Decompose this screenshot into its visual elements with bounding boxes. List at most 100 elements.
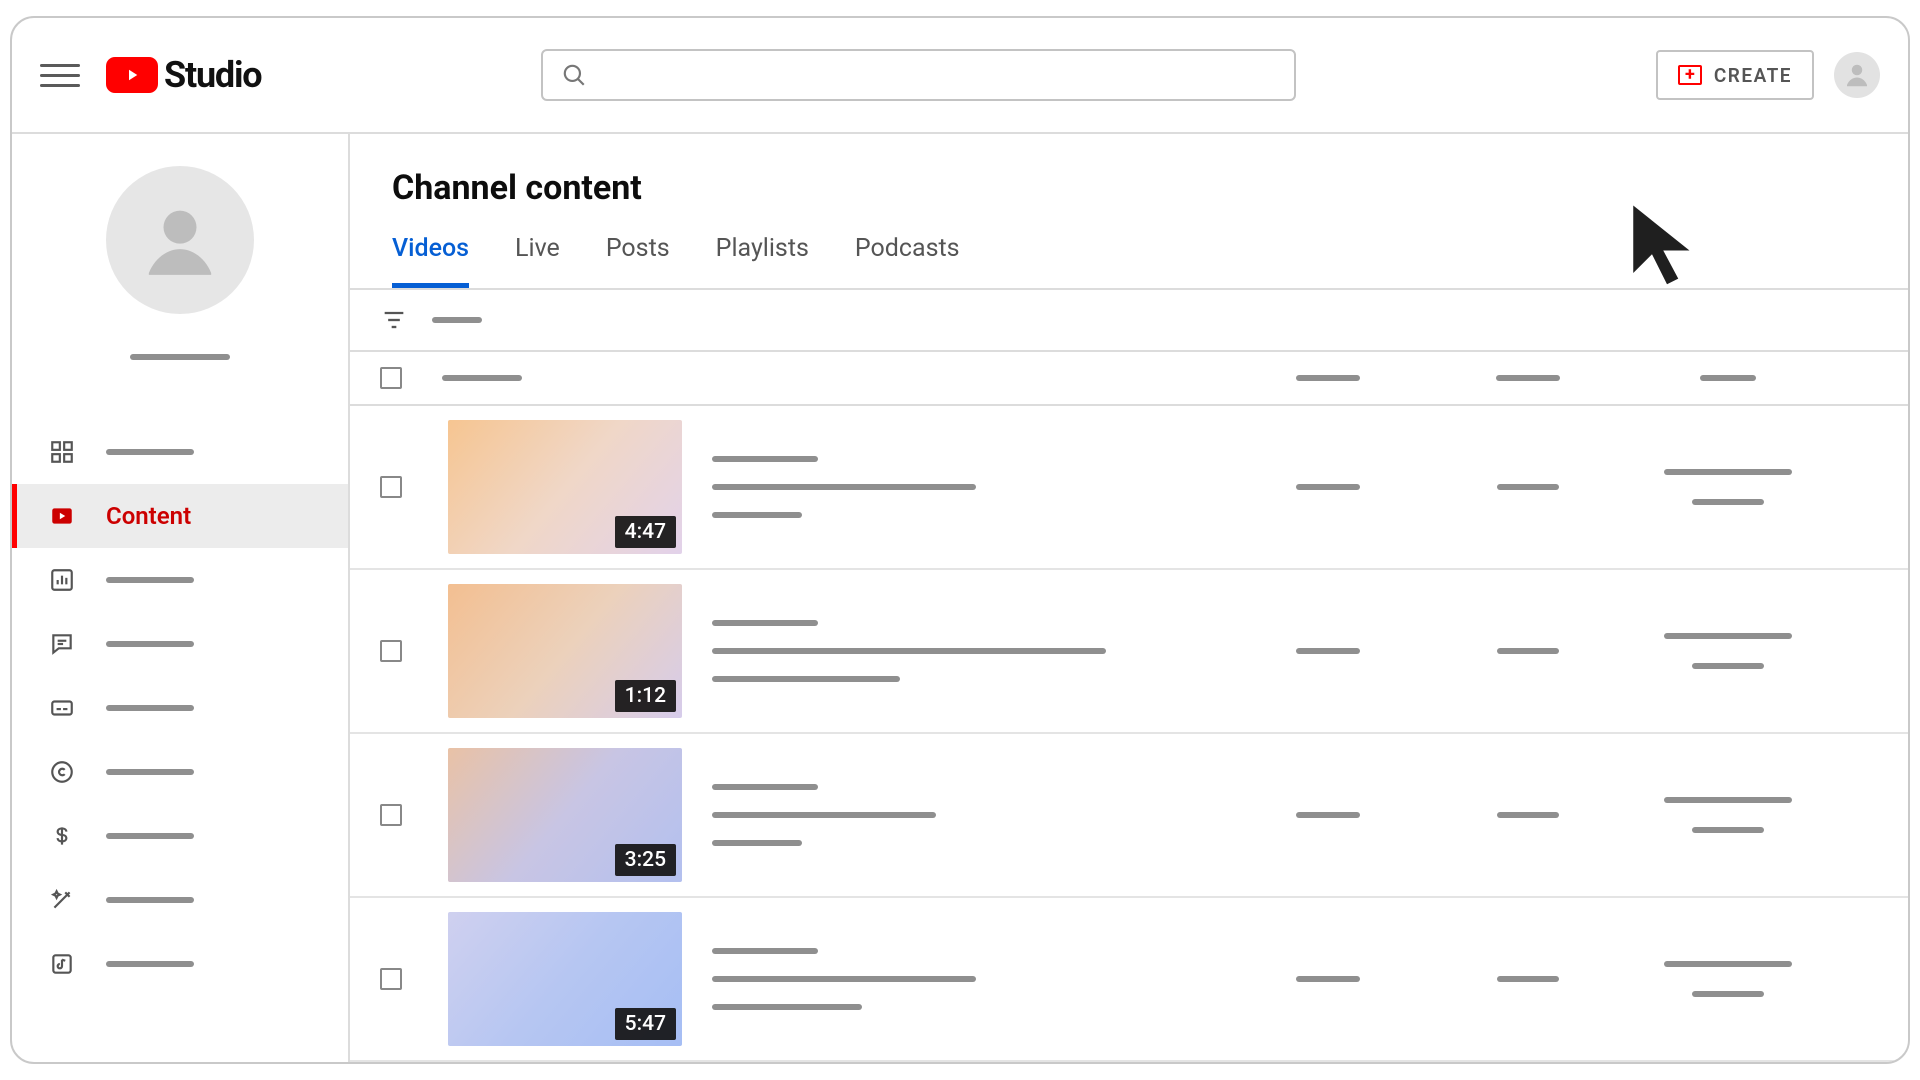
video-meta-placeholder: [712, 840, 802, 846]
video-list: 4:47 1:12 3:25 5:47: [350, 406, 1908, 1062]
video-desc-placeholder: [712, 484, 976, 490]
video-thumbnail[interactable]: 3:25: [448, 748, 682, 882]
create-label: CREATE: [1714, 64, 1792, 87]
analytics-icon: [48, 566, 76, 594]
sidebar-item-label: [106, 897, 194, 903]
video-thumbnail[interactable]: 4:47: [448, 420, 682, 554]
video-meta-placeholder: [712, 676, 900, 682]
filter-bar[interactable]: [350, 290, 1908, 352]
account-avatar[interactable]: [1834, 52, 1880, 98]
video-info: [712, 784, 936, 846]
filter-placeholder: [432, 317, 482, 323]
tab-podcasts[interactable]: Podcasts: [855, 234, 960, 288]
sidebar-item-copyright[interactable]: [12, 740, 348, 804]
column-video-label: [442, 375, 522, 381]
video-info: [712, 948, 976, 1010]
channel-name-placeholder: [130, 354, 230, 360]
sidebar-item-label: [106, 577, 194, 583]
header: Studio + CREATE: [12, 18, 1908, 134]
channel-avatar[interactable]: [106, 166, 254, 314]
sidebar-item-label: [106, 449, 194, 455]
col-c-value-1: [1664, 961, 1792, 967]
tab-playlists[interactable]: Playlists: [716, 234, 809, 288]
sidebar: Content: [12, 134, 350, 1062]
row-checkbox[interactable]: [380, 640, 402, 662]
video-duration: 5:47: [615, 1008, 676, 1040]
sidebar-item-label: [106, 705, 194, 711]
comments-icon: [48, 630, 76, 658]
video-duration: 4:47: [615, 516, 676, 548]
create-plus-icon: +: [1678, 65, 1702, 85]
tab-videos[interactable]: Videos: [392, 234, 469, 288]
page-title: Channel content: [350, 134, 1908, 208]
filter-icon: [380, 306, 408, 334]
sidebar-nav: Content: [12, 420, 348, 996]
table-header: [350, 352, 1908, 406]
tab-posts[interactable]: Posts: [606, 234, 670, 288]
sidebar-item-label: [106, 961, 194, 967]
sidebar-item-label: [106, 833, 194, 839]
sidebar-item-content[interactable]: Content: [12, 484, 348, 548]
sidebar-item-analytics[interactable]: [12, 548, 348, 612]
col-c-value-2: [1692, 827, 1764, 833]
col-b-value: [1497, 812, 1559, 818]
video-title-placeholder: [712, 784, 818, 790]
col-b-value: [1497, 648, 1559, 654]
video-desc-placeholder: [712, 648, 1106, 654]
col-c-value-2: [1692, 991, 1764, 997]
row-checkbox[interactable]: [380, 476, 402, 498]
content-tabs: Videos Live Posts Playlists Podcasts: [350, 208, 1908, 290]
col-c-value-1: [1664, 633, 1792, 639]
video-meta-placeholder: [712, 1004, 862, 1010]
sidebar-item-comments[interactable]: [12, 612, 348, 676]
col-b-value: [1497, 484, 1559, 490]
col-c-value-1: [1664, 469, 1792, 475]
menu-button[interactable]: [40, 55, 80, 95]
select-all-checkbox[interactable]: [380, 367, 402, 389]
video-row[interactable]: 3:25: [350, 734, 1908, 898]
video-duration: 1:12: [615, 680, 676, 712]
app-window: Studio + CREATE: [10, 16, 1910, 1064]
youtube-play-icon: [106, 57, 158, 93]
column-b-label: [1496, 375, 1560, 381]
col-a-value: [1296, 976, 1360, 982]
magic-wand-icon: [48, 886, 76, 914]
sidebar-item-label: [106, 641, 194, 647]
video-row[interactable]: 5:47: [350, 898, 1908, 1062]
main-content: Channel content Videos Live Posts Playlists…: [350, 134, 1908, 1062]
video-info: [712, 620, 1106, 682]
video-row[interactable]: 1:12: [350, 570, 1908, 734]
video-title-placeholder: [712, 456, 818, 462]
sidebar-item-dashboard[interactable]: [12, 420, 348, 484]
row-checkbox[interactable]: [380, 968, 402, 990]
sidebar-item-audio[interactable]: [12, 932, 348, 996]
col-c-value-1: [1664, 797, 1792, 803]
col-a-value: [1296, 648, 1360, 654]
col-c-value-2: [1692, 663, 1764, 669]
col-b-value: [1497, 976, 1559, 982]
video-desc-placeholder: [712, 976, 976, 982]
video-title-placeholder: [712, 620, 818, 626]
video-thumbnail[interactable]: 5:47: [448, 912, 682, 1046]
sidebar-item-subtitles[interactable]: [12, 676, 348, 740]
video-desc-placeholder: [712, 812, 936, 818]
col-a-value: [1296, 484, 1360, 490]
copyright-icon: [48, 758, 76, 786]
tab-live[interactable]: Live: [515, 234, 560, 288]
sidebar-item-label: Content: [106, 502, 191, 530]
video-row[interactable]: 4:47: [350, 406, 1908, 570]
dollar-icon: [48, 822, 76, 850]
row-checkbox[interactable]: [380, 804, 402, 826]
video-meta-placeholder: [712, 512, 802, 518]
create-button[interactable]: + CREATE: [1656, 50, 1814, 100]
logo[interactable]: Studio: [106, 54, 261, 96]
video-title-placeholder: [712, 948, 818, 954]
sidebar-item-label: [106, 769, 194, 775]
subtitles-icon: [48, 694, 76, 722]
sidebar-item-customization[interactable]: [12, 868, 348, 932]
logo-text: Studio: [164, 54, 261, 96]
audio-library-icon: [48, 950, 76, 978]
search-input[interactable]: [541, 49, 1296, 101]
sidebar-item-earn[interactable]: [12, 804, 348, 868]
video-thumbnail[interactable]: 1:12: [448, 584, 682, 718]
